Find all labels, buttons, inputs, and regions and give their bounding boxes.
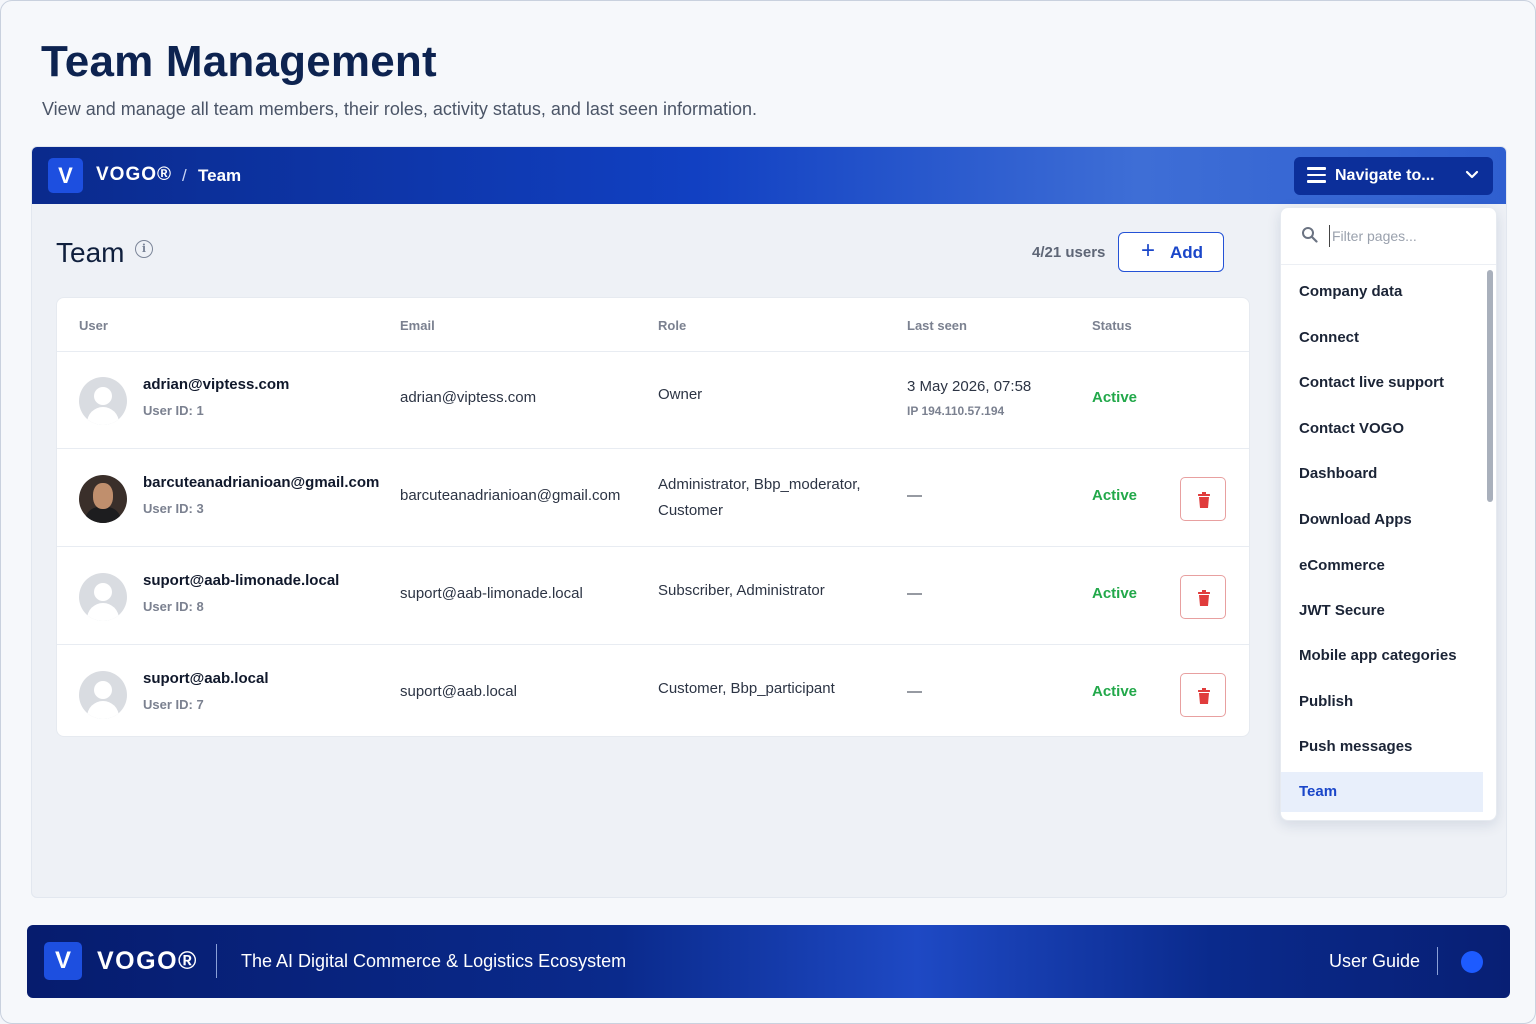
footer-tagline: The AI Digital Commerce & Logistics Ecos… — [241, 951, 627, 971]
menu-item-company-data[interactable]: Company data — [1281, 272, 1483, 312]
user-name: barcuteanadrianioan@gmail.com — [143, 474, 380, 491]
column-header-role[interactable]: Role — [658, 318, 686, 333]
table-row[interactable]: barcuteanadrianioan@gmail.com User ID: 3… — [57, 450, 1249, 547]
delete-user-button[interactable] — [1180, 575, 1226, 619]
status-badge: Active — [1092, 389, 1138, 406]
status-dot-icon[interactable] — [1461, 951, 1483, 973]
last-seen: 3 May 2026, 07:58 — [907, 378, 1032, 395]
footer-bar: V VOGO® The AI Digital Commerce & Logist… — [27, 925, 1510, 998]
status-badge: Active — [1092, 683, 1138, 700]
status-badge: Active — [1092, 585, 1138, 602]
trash-icon — [1198, 688, 1210, 704]
trash-icon — [1198, 492, 1210, 508]
dropdown-search — [1281, 208, 1496, 265]
page-subtitle: View and manage all team members, their … — [42, 99, 758, 119]
plus-icon: + — [1141, 237, 1156, 264]
footer-divider — [216, 944, 217, 978]
menu-item-connect[interactable]: Connect — [1281, 318, 1483, 358]
user-id: User ID: 7 — [143, 697, 204, 712]
add-user-button[interactable]: + Add — [1118, 232, 1224, 272]
user-role: Subscriber, Administrator — [658, 582, 825, 599]
footer-logo[interactable]: V — [44, 942, 82, 980]
user-name: adrian@viptess.com — [143, 376, 290, 393]
avatar — [79, 475, 127, 523]
user-role: Customer, Bbp_participant — [658, 680, 835, 697]
user-id: User ID: 3 — [143, 501, 204, 516]
user-email: suport@aab.local — [400, 683, 517, 700]
column-header-status[interactable]: Status — [1092, 318, 1132, 333]
navigate-to-button[interactable]: Navigate to... — [1294, 157, 1493, 195]
chevron-down-icon — [1465, 170, 1479, 179]
info-icon[interactable]: i — [135, 240, 153, 258]
menu-item-team[interactable]: Team — [1281, 772, 1483, 812]
delete-user-button[interactable] — [1180, 673, 1226, 717]
user-name: suport@aab.local — [143, 670, 269, 687]
section-title: Team — [56, 237, 125, 268]
navigate-dropdown: Company data Connect Contact live suppor… — [1280, 207, 1497, 821]
status-badge: Active — [1092, 487, 1138, 504]
avatar — [79, 671, 127, 719]
menu-item-contact-vogo[interactable]: Contact VOGO — [1281, 409, 1483, 449]
avatar — [79, 377, 127, 425]
column-header-user[interactable]: User — [79, 318, 108, 333]
user-email: adrian@viptess.com — [400, 389, 537, 406]
breadcrumb-separator: / — [182, 166, 187, 185]
page-title: Team Management — [41, 37, 437, 86]
users-count: 4/21 users — [1032, 244, 1106, 261]
last-seen: — — [907, 683, 922, 700]
user-role-line: Customer — [658, 502, 724, 519]
app-panel: V VOGO® / Team Navigate to... Team i 4/2… — [31, 146, 1507, 898]
user-email: barcuteanadrianioan@gmail.com — [400, 487, 621, 504]
footer-divider — [1437, 947, 1438, 975]
menu-item-dashboard[interactable]: Dashboard — [1281, 454, 1483, 494]
top-navbar: V VOGO® / Team Navigate to... — [32, 147, 1506, 204]
trash-icon — [1198, 590, 1210, 606]
table-row[interactable]: suport@aab.local User ID: 7 suport@aab.l… — [57, 646, 1249, 743]
column-header-last-seen[interactable]: Last seen — [907, 318, 967, 333]
user-name: suport@aab-limonade.local — [143, 572, 340, 589]
user-id: User ID: 1 — [143, 403, 204, 418]
user-role: Owner — [658, 386, 703, 403]
menu-item-jwt-secure[interactable]: JWT Secure — [1281, 591, 1483, 631]
menu-item-mobile-app-categories[interactable]: Mobile app categories — [1281, 636, 1483, 676]
breadcrumb-current: Team — [198, 166, 242, 185]
user-email: suport@aab-limonade.local — [400, 585, 583, 602]
table-row[interactable]: suport@aab-limonade.local User ID: 8 sup… — [57, 548, 1249, 645]
delete-user-button[interactable] — [1180, 477, 1226, 521]
user-role-line: Administrator, Bbp_moderator, — [658, 476, 861, 493]
footer-brand[interactable]: VOGO® — [97, 947, 198, 976]
menu-item-download-apps[interactable]: Download Apps — [1281, 500, 1483, 540]
add-button-label: Add — [1170, 243, 1204, 262]
menu-item-ecommerce[interactable]: eCommerce — [1281, 546, 1483, 586]
last-seen: — — [907, 487, 922, 504]
filter-pages-input[interactable] — [1329, 225, 1479, 247]
menu-item-contact-live-support[interactable]: Contact live support — [1281, 363, 1483, 403]
window-frame: Team Management View and manage all team… — [0, 0, 1536, 1024]
navigate-to-label: Navigate to... — [1335, 167, 1435, 184]
brand-name[interactable]: VOGO® — [96, 164, 172, 186]
dropdown-scrollbar[interactable] — [1487, 270, 1493, 502]
vogo-logo[interactable]: V — [48, 158, 83, 193]
search-icon — [1302, 227, 1318, 243]
menu-item-push-messages[interactable]: Push messages — [1281, 727, 1483, 767]
table-row[interactable]: adrian@viptess.com User ID: 1 adrian@vip… — [57, 352, 1249, 449]
user-role: Administrator, Bbp_moderator, Customer — [658, 472, 861, 524]
column-header-email[interactable]: Email — [400, 318, 435, 333]
last-seen: — — [907, 585, 922, 602]
avatar — [79, 573, 127, 621]
menu-icon — [1307, 167, 1326, 183]
team-table: User Email Role Last seen Status adrian@… — [56, 297, 1250, 737]
user-guide-link[interactable]: User Guide — [1329, 951, 1420, 972]
last-seen-ip: IP 194.110.57.194 — [907, 404, 1005, 418]
user-id: User ID: 8 — [143, 599, 204, 614]
menu-item-publish[interactable]: Publish — [1281, 682, 1483, 722]
